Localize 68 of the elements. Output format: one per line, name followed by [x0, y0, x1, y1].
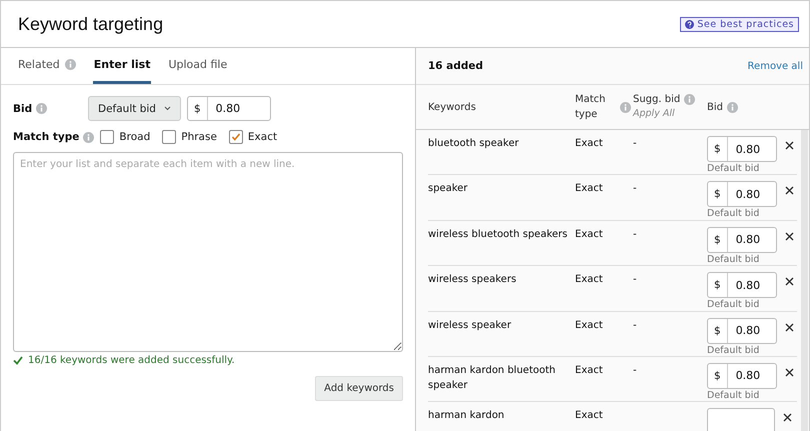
match-type-cell-text: Exact [575, 273, 604, 288]
bid-label: Bid [13, 102, 82, 114]
match-type-cell-text: Exact [575, 137, 604, 151]
checkbox-label: Broad [119, 131, 150, 143]
bid-field[interactable]: $ 0.80 [707, 272, 777, 298]
match-type-cell-text: Exact [575, 182, 604, 196]
success-message: 16/16 keywords were added successfully. [28, 355, 235, 366]
column-header: Keywords [428, 100, 476, 114]
match-type-cell-text: Exact [575, 364, 604, 378]
default-bid-note: Default bid [707, 163, 760, 174]
match-type-cell-text: Exact [575, 318, 604, 333]
default-bid-note: Default bid [707, 208, 760, 220]
tab[interactable]: Related [17, 48, 77, 84]
keyword-list-field[interactable]: Enter your list and separate each item with a new line. [13, 152, 403, 352]
checkmark-icon [230, 132, 241, 142]
checkbox-label: Phrase [181, 131, 217, 143]
keyword-cell-text: speaker [428, 182, 469, 196]
bid-field[interactable]: $ 0.80 [707, 318, 777, 344]
bid-field[interactable]: $ 0.80 [707, 226, 777, 253]
suggested-bid-cell-text: - [633, 318, 638, 333]
bid-dropdown[interactable]: Default bid [88, 96, 181, 121]
keyword-cell-text: harman kardon [428, 409, 506, 424]
close-button[interactable] [782, 139, 796, 152]
close-button[interactable] [782, 320, 796, 334]
checkbox[interactable] [162, 130, 176, 144]
keyword-cell-text: harman kardon bluetooth speaker [428, 364, 556, 393]
tab[interactable]: Upload file [167, 48, 228, 84]
column-header: Match type [575, 93, 607, 122]
suggested-bid-cell-text: - [633, 137, 638, 151]
match-type-label: Match type [13, 131, 94, 143]
close-button[interactable] [782, 230, 796, 243]
checkmark-icon [13, 356, 23, 365]
bid-field[interactable]: $ 0.80 [707, 136, 777, 162]
keyword-cell-text: bluetooth speaker [428, 137, 520, 151]
remove-all-link[interactable]: Remove all [748, 60, 803, 72]
tab[interactable]: Enter list [92, 48, 152, 84]
checkbox[interactable] [228, 130, 243, 144]
info-icon [83, 132, 94, 142]
caret-icon [164, 106, 171, 111]
column-header: Sugg. bid [633, 93, 680, 108]
bid-field[interactable]: $ 0.80 [707, 362, 777, 389]
scrollbar[interactable] [801, 130, 808, 431]
bid-field[interactable]: $ 0.80 [707, 181, 777, 208]
suggested-bid-cell-text: - [633, 228, 638, 242]
page-title: Keyword targeting [18, 14, 164, 34]
keyword-cell-text: wireless speaker [428, 318, 512, 333]
match-type-cell-text: Exact [575, 228, 604, 242]
best-practices-link[interactable]: See best practices [680, 16, 799, 32]
suggested-bid-cell-text: - [633, 182, 638, 196]
info-icon [36, 103, 48, 114]
default-bid-note: Default bid [707, 254, 760, 266]
help-icon [685, 20, 694, 28]
checkbox[interactable] [100, 130, 114, 144]
bid-field[interactable] [707, 408, 775, 431]
default-bid-note: Default bid [707, 390, 760, 402]
bid-field[interactable]: $ 0.80 [186, 96, 271, 121]
suggested-bid-cell-text: - [633, 364, 638, 378]
keyword-cell-text: wireless speakers [428, 273, 518, 288]
default-bid-note: Default bid [707, 344, 760, 356]
column-header: Bid [707, 100, 723, 114]
match-type-cell-text: Exact [575, 409, 604, 424]
checkbox-label: Exact [248, 131, 278, 143]
suggested-bid-cell-text: - [633, 273, 638, 288]
add-keywords-button[interactable]: Add keywords [315, 376, 403, 401]
default-bid-note: Default bid [707, 299, 760, 311]
close-button[interactable] [782, 366, 796, 379]
added-count: 16 added [428, 60, 484, 72]
keyword-cell-text: wireless bluetooth speakers [428, 228, 568, 242]
